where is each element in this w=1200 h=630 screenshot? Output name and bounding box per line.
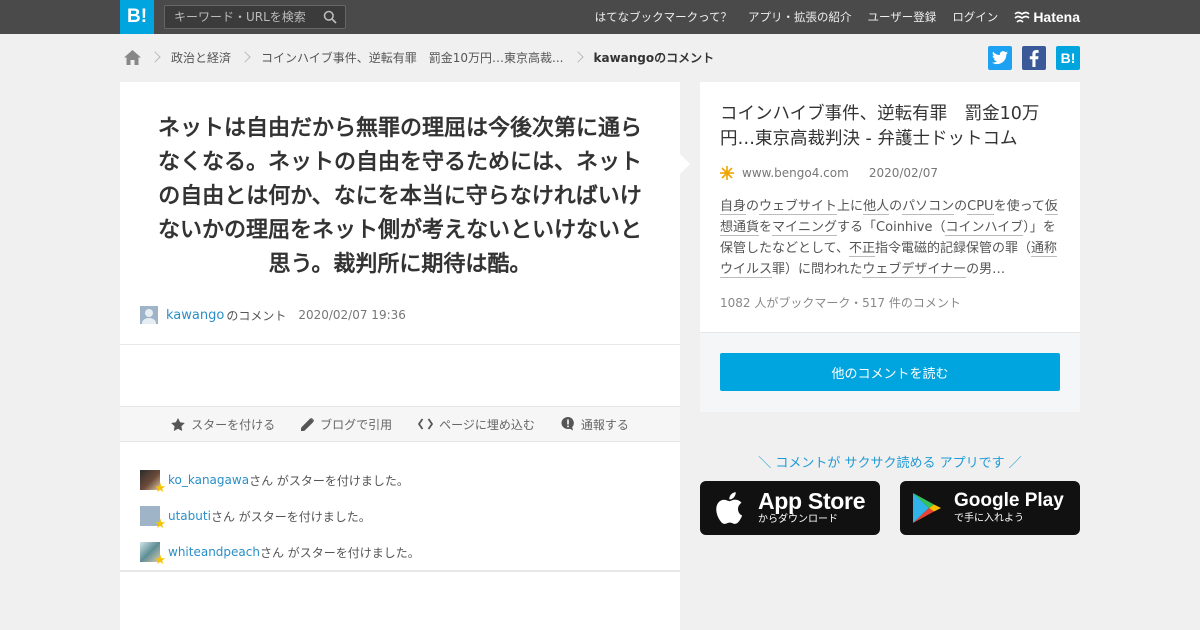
description-text: の <box>954 199 968 214</box>
keyword-link[interactable]: 通称 <box>1031 241 1058 257</box>
read-other-comments-button[interactable]: 他のコメントを読む <box>720 353 1060 391</box>
google-play-subtitle: で手に入れよう <box>954 513 1024 524</box>
comment-text: ネットは自由だから無罪の理屈は今後次第に通らなくなる。ネットの自由を守るためには… <box>157 116 642 277</box>
description-text: 上に <box>837 199 864 214</box>
twitter-share-button[interactable] <box>988 46 1012 70</box>
chevron-right-icon <box>239 51 251 63</box>
keyword-link[interactable]: CPU <box>967 199 994 215</box>
entry-footer: 他のコメントを読む <box>700 332 1080 412</box>
comment-datetime[interactable]: 2020/02/07 19:36 <box>298 308 406 322</box>
top-bar: B! はてなブックマークって？ アプリ・拡張の紹介 ユーザー登録 ログイン Ha… <box>0 0 1200 34</box>
twitter-bird-icon <box>992 51 1008 65</box>
description-text: 指令電磁的記録保管の罪（ <box>874 241 1031 256</box>
breadcrumb: 政治と経済 コインハイブ事件、逆転有罪 罰金10万円…東京高裁... kawan… <box>124 46 714 68</box>
star-badge-icon: ★ <box>154 481 166 496</box>
code-icon <box>418 418 434 430</box>
keyword-link[interactable]: 不正 <box>848 241 875 257</box>
hatena-brand-text: Hatena <box>1033 9 1080 25</box>
keyword-link[interactable]: パソコン <box>902 199 955 215</box>
chevron-right-icon <box>571 51 584 63</box>
nav-about[interactable]: はてなブックマークって？ <box>595 9 732 25</box>
keyword-link[interactable]: ウェブデザイナー <box>862 262 967 278</box>
entry-domain-link[interactable]: www.bengo4.com <box>742 166 849 180</box>
star-user-link[interactable]: utabuti <box>168 509 211 523</box>
search-box[interactable] <box>164 5 346 29</box>
apple-icon <box>716 492 743 524</box>
hatena-brand-link[interactable]: Hatena <box>1014 9 1080 25</box>
keyword-link[interactable]: マイニング <box>772 220 838 236</box>
blog-quote-button[interactable]: ブログで引用 <box>301 416 392 433</box>
entry-title-link[interactable]: コインハイブ事件、逆転有罪 罰金10万円…東京高裁判決 - 弁護士ドットコム <box>720 102 1064 152</box>
keyword-link[interactable]: 他人 <box>863 199 890 215</box>
star-user-link[interactable]: ko_kanagawa <box>168 473 249 487</box>
breadcrumb-entry[interactable]: コインハイブ事件、逆転有罪 罰金10万円…東京高裁... <box>261 49 563 66</box>
google-play-title: Google Play <box>954 490 1064 511</box>
hatena-share-button[interactable]: B! <box>1056 46 1080 70</box>
nav-apps[interactable]: アプリ・拡張の紹介 <box>748 9 852 25</box>
search-input[interactable] <box>165 6 315 28</box>
google-play-button[interactable]: Google Play で手に入れよう <box>900 481 1080 535</box>
entry-source: www.bengo4.com 2020/02/07 <box>720 166 938 180</box>
breadcrumb-current: kawangoのコメント <box>593 50 715 65</box>
site-favicon-icon <box>720 166 734 180</box>
keyword-link[interactable]: ウイルス <box>720 262 773 278</box>
bookmark-count[interactable]: 1082 人がブックマーク・517 件のコメント <box>720 294 961 311</box>
app-promo-text: ＼ コメントが サクサク読める アプリです ／ <box>758 456 1022 471</box>
app-store-title: App Store <box>758 488 866 514</box>
comment-card: ネットは自由だから無罪の理屈は今後次第に通らなくなる。ネットの自由を守るためには… <box>120 82 690 630</box>
star-badge-icon: ★ <box>154 517 166 532</box>
divider <box>120 344 680 345</box>
star-badge-icon: ★ <box>154 553 166 568</box>
entry-date: 2020/02/07 <box>868 166 938 180</box>
avatar[interactable]: ★ <box>140 506 166 531</box>
facebook-f-icon <box>1029 49 1039 67</box>
list-item: ★ utabuti さん がスターを付けました。 <box>140 498 420 534</box>
app-store-subtitle: からダウンロード <box>758 514 838 525</box>
nav-login[interactable]: ログイン <box>952 9 998 25</box>
description-text: の男… <box>966 262 1006 277</box>
star-user-link[interactable]: whiteandpeach <box>168 545 260 559</box>
list-item: ★ whiteandpeach さん がスターを付けました。 <box>140 534 420 570</box>
description-text: を <box>759 220 773 235</box>
google-play-icon <box>913 493 941 523</box>
hatena-cloud-icon <box>1014 11 1030 23</box>
keyword-link[interactable]: 自身 <box>720 199 747 215</box>
list-item: ★ ko_kanagawa さん がスターを付けました。 <box>140 462 420 498</box>
entry-description: 自身のウェブサイト上に他人のパソコンのCPUを使って仮想通貨をマイニングする「C… <box>720 196 1060 280</box>
description-text: 罪）に問われた <box>772 262 863 277</box>
report-button[interactable]: 通報する <box>561 416 629 433</box>
breadcrumb-category[interactable]: 政治と経済 <box>171 49 231 66</box>
description-text: の <box>889 199 903 214</box>
star-icon <box>171 417 185 431</box>
embed-button[interactable]: ページに埋め込む <box>418 416 535 433</box>
avatar[interactable]: ★ <box>140 542 166 567</box>
app-store-button[interactable]: App Store からダウンロード <box>700 481 880 535</box>
description-text: を使って <box>993 199 1045 214</box>
entry-card: コインハイブ事件、逆転有罪 罰金10万円…東京高裁判決 - 弁護士ドットコム w… <box>700 82 1080 412</box>
divider <box>120 570 680 572</box>
alert-bubble-icon <box>561 417 574 431</box>
facebook-share-button[interactable] <box>1022 46 1046 70</box>
avatar[interactable] <box>140 306 158 324</box>
share-buttons: B! <box>988 46 1080 70</box>
home-icon[interactable] <box>124 49 141 65</box>
pencil-icon <box>301 417 315 431</box>
nav-register[interactable]: ユーザー登録 <box>868 9 937 25</box>
star-list: ★ ko_kanagawa さん がスターを付けました。 ★ utabuti さ… <box>140 462 420 570</box>
comment-meta: kawango のコメント 2020/02/07 19:36 <box>140 306 406 324</box>
header-nav: はてなブックマークって？ アプリ・拡張の紹介 ユーザー登録 ログイン Haten… <box>595 0 1080 34</box>
keyword-link[interactable]: ウェブサイト <box>759 199 838 215</box>
hatena-bookmark-logo[interactable]: B! <box>120 0 154 34</box>
keyword-link[interactable]: コインハイブ <box>945 220 1024 236</box>
comment-user-link[interactable]: kawango <box>166 308 224 323</box>
add-star-button[interactable]: スターを付ける <box>171 416 275 433</box>
chevron-right-icon <box>149 51 161 63</box>
comment-suffix: のコメント <box>226 308 287 323</box>
description-text: の <box>746 199 760 214</box>
comment-actions: スターを付ける ブログで引用 ページに埋め込む 通報する <box>120 406 680 442</box>
description-text: する「Coinhive（ <box>837 220 946 235</box>
avatar[interactable]: ★ <box>140 470 166 495</box>
search-icon[interactable] <box>323 10 337 24</box>
